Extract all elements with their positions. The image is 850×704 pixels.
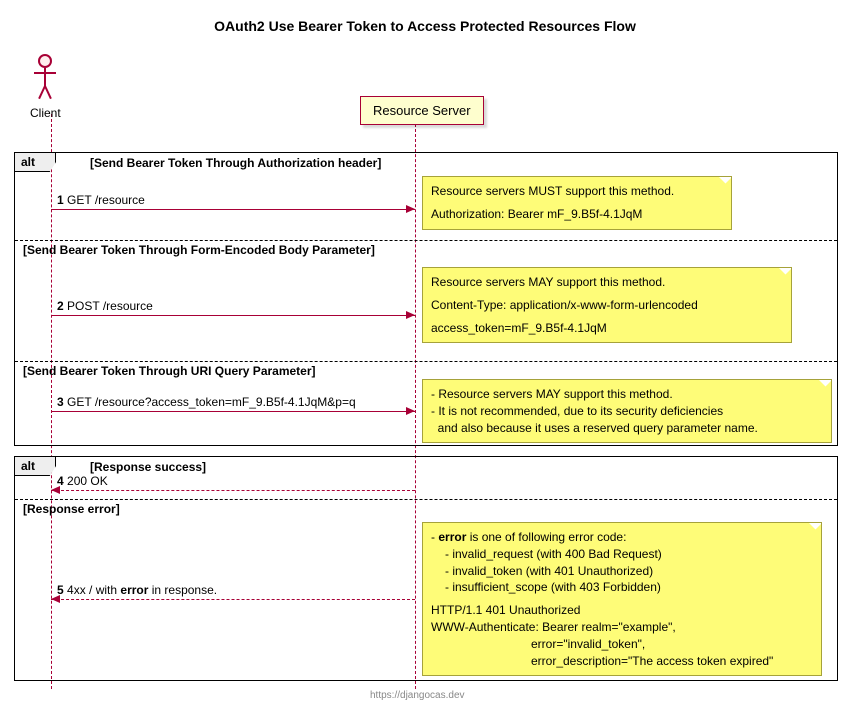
msg-3-get-query: 3 GET /resource?access_token=mF_9.B5f-4.… xyxy=(51,411,415,412)
client-actor: Client xyxy=(30,54,61,120)
note-auth-header: Resource servers MUST support this metho… xyxy=(422,176,732,230)
sequence-diagram: Client Resource Server alt [Send Bearer … xyxy=(10,54,840,694)
note-form-body: Resource servers MAY support this method… xyxy=(422,267,792,343)
alt2-guard1: [Response success] xyxy=(90,460,206,474)
alt2-sep xyxy=(15,499,837,500)
alt1-guard2: [Send Bearer Token Through Form-Encoded … xyxy=(23,243,375,257)
alt1-guard1: [Send Bearer Token Through Authorization… xyxy=(90,156,381,170)
msg-2-post-resource: 2 POST /resource xyxy=(51,315,415,316)
alt1-sep2 xyxy=(15,361,837,362)
note-uri-query: - Resource servers MAY support this meth… xyxy=(422,379,832,443)
diagram-title: OAuth2 Use Bearer Token to Access Protec… xyxy=(10,18,840,34)
msg-5-4xx-error: 5 4xx / with error in response. xyxy=(51,599,415,600)
client-label: Client xyxy=(30,106,61,120)
alt1-guard3: [Send Bearer Token Through URI Query Par… xyxy=(23,364,316,378)
actor-icon xyxy=(30,54,60,102)
note-error-response: - error is one of following error code: … xyxy=(422,522,822,676)
msg-1-get-resource: 1 GET /resource xyxy=(51,209,415,210)
msg-4-200-ok: 4 200 OK xyxy=(51,490,415,491)
resource-server-participant: Resource Server xyxy=(360,96,484,125)
alt2-guard2: [Response error] xyxy=(23,502,120,516)
alt2-label: alt xyxy=(14,456,56,476)
alt-label: alt xyxy=(14,152,56,172)
alt1-sep1 xyxy=(15,240,837,241)
